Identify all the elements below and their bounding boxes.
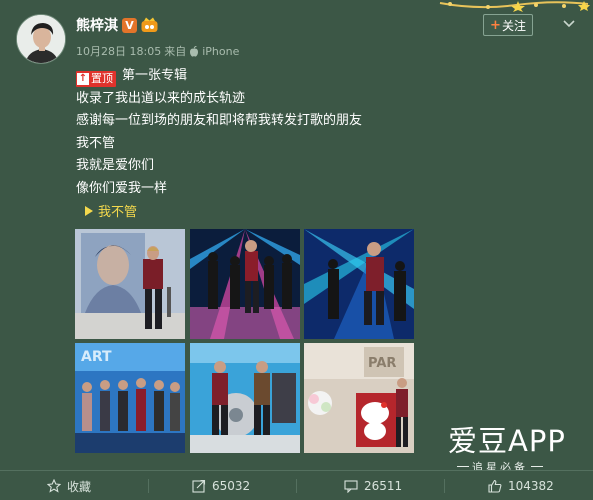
pinned-tag: ↑ 置顶 <box>76 71 116 87</box>
decoration-sparkle-icon <box>439 1 590 12</box>
action-divider <box>148 479 149 493</box>
action-divider <box>444 479 445 493</box>
stage-performance-photo-icon <box>304 229 414 339</box>
post-line: 收录了我出道以来的成长轨迹 <box>76 90 246 106</box>
poster-photo-icon <box>75 229 185 339</box>
play-icon <box>85 205 93 216</box>
music-link-label: 我不管 <box>98 205 138 220</box>
post-line: 我就是爱你们 <box>76 158 155 173</box>
star-icon <box>47 479 61 493</box>
follow-button-label: 关注 <box>501 18 526 33</box>
hello-kitty-photo-icon: PAR <box>304 343 414 453</box>
author-name[interactable]: 熊梓淇 <box>76 15 118 35</box>
photo-thumbnail[interactable] <box>190 343 300 453</box>
svg-text:PAR: PAR <box>368 356 396 371</box>
avatar-portrait-icon <box>17 15 65 63</box>
post-line: ↑ 置顶 第一张专辑 <box>76 65 362 88</box>
music-link[interactable]: 我不管 <box>85 201 137 220</box>
apple-icon <box>190 45 199 57</box>
stage-photo-icon <box>190 229 300 339</box>
member-crown-icon <box>141 17 158 32</box>
repost-icon <box>192 479 206 493</box>
post-line-text: 第一张专辑 <box>122 68 188 83</box>
svg-text:ART: ART <box>81 349 112 365</box>
favorite-label: 收藏 <box>67 479 92 494</box>
post-content: ↑ 置顶 第一张专辑 收录了我出道以来的成长轨迹 感谢每一位到场的朋友和即将帮我… <box>76 65 362 200</box>
group-photo-icon: ART <box>75 343 185 453</box>
verified-badge-icon: V <box>122 17 137 33</box>
post-meta: 10月28日 18:05 来自 iPhone <box>76 43 239 59</box>
favorite-button[interactable]: 收藏 <box>47 471 91 500</box>
repost-count: 65032 <box>212 479 251 493</box>
like-count: 104382 <box>508 479 554 493</box>
watermark-title: 爱豆APP <box>448 424 566 458</box>
photo-thumbnail[interactable]: PAR <box>304 343 414 453</box>
avatar[interactable] <box>16 14 66 64</box>
weibo-post-card: 熊梓淇 V 10月28日 18:05 来自 iPhone + 关注 ↑ 置顶 第… <box>0 0 593 500</box>
action-divider <box>296 479 297 493</box>
idol-app-watermark: 爱豆APP 追星必备 <box>448 426 568 476</box>
post-line: 像你们爱我一样 <box>76 180 168 196</box>
photo-thumbnail[interactable] <box>190 229 300 339</box>
source-prefix: 来自 <box>164 45 187 58</box>
post-time[interactable]: 10月28日 18:05 <box>76 43 161 59</box>
comment-button[interactable]: 26511 <box>344 471 402 500</box>
comment-icon <box>344 480 358 493</box>
plus-icon: + <box>490 17 501 33</box>
thumbs-up-icon <box>488 479 502 493</box>
event-photo-icon <box>190 343 300 453</box>
post-line: 感谢每一位到场的朋友和即将帮我转发打歌的朋友 <box>76 113 363 128</box>
like-button[interactable]: 104382 <box>488 471 554 500</box>
follow-button[interactable]: + 关注 <box>483 14 533 36</box>
repost-button[interactable]: 65032 <box>192 471 250 500</box>
photo-thumbnail[interactable] <box>304 229 414 339</box>
pinned-tag-label: 置顶 <box>91 71 113 85</box>
post-action-bar: 收藏 65032 26511 104382 <box>0 470 593 500</box>
chevron-down-icon[interactable] <box>561 15 577 31</box>
photo-thumbnail[interactable] <box>75 229 185 339</box>
post-source[interactable]: iPhone <box>202 45 239 58</box>
photo-thumbnail[interactable]: ART <box>75 343 185 453</box>
pin-icon: ↑ <box>77 73 89 85</box>
post-line: 我不管 <box>76 135 116 151</box>
comment-count: 26511 <box>364 479 403 493</box>
author-row: 熊梓淇 V <box>76 14 158 36</box>
